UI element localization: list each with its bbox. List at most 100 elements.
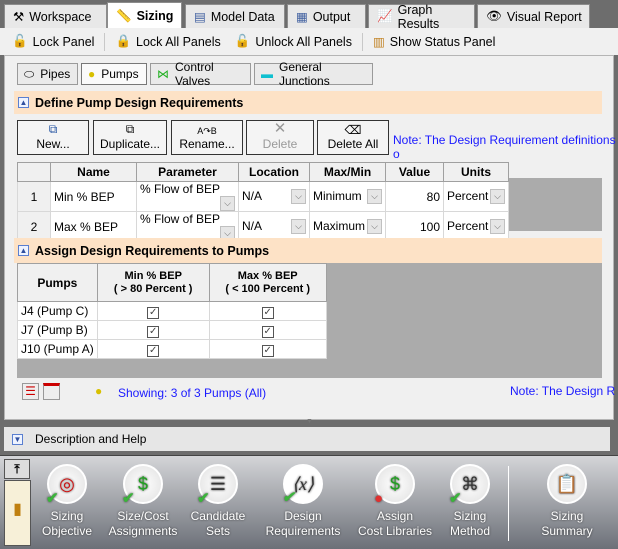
showing-count: Showing: 3 of 3 Pumps (All) (118, 386, 267, 400)
column-header-row-number (17, 162, 51, 182)
pump-icon: ● (95, 384, 103, 398)
ribbon-sizing-summary[interactable]: 📋 Sizing Summary (522, 464, 612, 539)
show-status-panel-button[interactable]: ▥ Show Status Panel (369, 34, 499, 50)
tab-model-data[interactable]: ▤ Model Data (185, 4, 285, 28)
coins-dollar-icon: $ ● (374, 464, 415, 507)
tab-workspace[interactable]: ⚒ Workspace (4, 4, 107, 28)
max-bep-checkbox[interactable]: ✓ (261, 306, 274, 319)
eraser-icon: ⌫ (344, 123, 362, 137)
lock-all-panels-button[interactable]: 🔒 Lock All Panels (111, 34, 224, 49)
collapse-icon[interactable]: ▲ (18, 245, 29, 256)
row-number: 2 (17, 211, 51, 242)
expand-rows-icon[interactable]: ☰ (22, 383, 39, 400)
pump-name: J7 (Pump B) (17, 320, 98, 340)
divider (104, 32, 106, 51)
tab-graph-results[interactable]: 📈 Graph Results (368, 3, 475, 31)
function-icon: ⟨x⟩ ✔ (282, 464, 323, 506)
duplicate-button[interactable]: ⧉ Duplicate... (93, 120, 167, 155)
column-header-name[interactable]: Name (50, 162, 137, 182)
sizing-ribbon: ⤒ ▮ ◎ ✔ Sizing Objective $ ✔ Size/Cost Assignm… (0, 455, 618, 549)
tab-output[interactable]: ▦ Output (287, 4, 366, 28)
delete-x-icon: ✕ (273, 120, 287, 137)
chevron-down-icon[interactable]: ⌵ (367, 189, 382, 204)
table-header-row: Pumps Min % BEP( > 80 Percent ) Max % BE… (17, 263, 327, 302)
location-select[interactable]: N/A ⌵ (238, 181, 310, 212)
graph-icon: 📈 (377, 9, 393, 23)
subtab-control-valves[interactable]: ⋈ Control Valves (150, 60, 251, 88)
new-button[interactable]: ⧉ New... (17, 120, 89, 155)
unlock-all-panels-button[interactable]: 🔓 Unlock All Panels (231, 34, 356, 49)
chevron-down-icon[interactable]: ⌵ (291, 219, 306, 234)
table-row: J7 (Pump B) ✓ ✓ (17, 320, 327, 340)
table-row: J10 (Pump A) ✓ ✓ (17, 339, 327, 359)
parameter-select[interactable]: % Flow of BEP ⌵ (136, 211, 239, 242)
valve-icon: ⋈ (157, 67, 169, 81)
name-cell[interactable]: Min % BEP (50, 181, 137, 212)
subtab-pumps[interactable]: ● Pumps (81, 63, 147, 85)
new-icon: ⧉ (48, 122, 58, 136)
value-cell[interactable]: 80 (385, 181, 444, 212)
name-cell[interactable]: Max % BEP (50, 211, 137, 242)
column-header-max-bep: Max % BEP( < 100 Percent ) (208, 263, 327, 302)
ribbon-design-requirements[interactable]: ⟨x⟩ ✔ Design Requirements (258, 464, 348, 539)
min-bep-checkbox[interactable]: ✓ (147, 344, 160, 357)
chevron-down-icon[interactable]: ⌵ (220, 196, 235, 211)
ruler-icon: 📏 (116, 8, 132, 23)
delete-button[interactable]: ✕ Delete (246, 120, 314, 155)
chevron-down-icon[interactable]: ⌵ (490, 189, 505, 204)
column-header-value[interactable]: Value (385, 162, 444, 182)
pipe-icon: ⬭ (24, 66, 35, 81)
duplicate-icon: ⧉ (125, 122, 135, 136)
subtab-pipes[interactable]: ⬭ Pipes (17, 63, 78, 85)
units-select[interactable]: Percent ⌵ (443, 181, 509, 212)
units-select[interactable]: Percent ⌵ (443, 211, 509, 242)
check-icon: ✔ (46, 490, 59, 507)
column-header-min-bep: Min % BEP( > 80 Percent ) (96, 263, 210, 302)
description-help-bar[interactable]: ▼ Description and Help (4, 427, 610, 451)
check-icon: ✔ (197, 490, 210, 507)
column-header-parameter[interactable]: Parameter (136, 162, 239, 182)
subtab-general-junctions[interactable]: ▬ General Junctions (254, 60, 373, 88)
error-icon: ● (374, 490, 384, 507)
assign-requirements-header: ▲ Assign Design Requirements to Pumps (14, 238, 602, 263)
toolbar: 🔓 Lock Panel 🔒 Lock All Panels 🔓 Unlock All… (0, 28, 618, 55)
column-header-pumps: Pumps (17, 263, 98, 302)
define-requirements-header: ▲ Define Pump Design Requirements (14, 91, 602, 114)
table-header-row: Name Parameter Location Max/Min Value Un… (17, 162, 509, 182)
tab-sizing[interactable]: 📏 Sizing (107, 2, 182, 29)
chevron-down-icon[interactable]: ⌵ (367, 219, 382, 234)
flowchart-icon: ⌘ ✔ (449, 464, 490, 507)
location-select[interactable]: N/A ⌵ (238, 211, 310, 242)
unlocks-icon: 🔓 (234, 34, 251, 48)
collapse-icon[interactable]: ▲ (18, 97, 29, 108)
assign-note: Note: The Design R (510, 384, 616, 398)
ribbon-candidate-sets[interactable]: ☰ ✔ Candidate Sets (173, 464, 263, 539)
ribbon-sizing-method[interactable]: ⌘ ✔ Sizing Method (425, 464, 515, 539)
define-note: Note: The Design Requirement definitions… (393, 133, 616, 161)
max-min-select[interactable]: Minimum ⌵ (309, 181, 386, 212)
eye-icon: 👁 (486, 9, 502, 23)
lock-icon: 🔓 (12, 34, 28, 48)
collapse-rows-icon[interactable] (43, 383, 60, 400)
min-bep-checkbox[interactable]: ✓ (147, 325, 160, 338)
value-cell[interactable]: 100 (385, 211, 444, 242)
chevron-down-icon[interactable]: ⌵ (291, 189, 306, 204)
column-header-max-min[interactable]: Max/Min (309, 162, 386, 182)
pump-icon: ● (88, 67, 96, 81)
tab-visual-report[interactable]: 👁 Visual Report (477, 4, 590, 28)
parameter-select[interactable]: % Flow of BEP ⌵ (136, 181, 239, 212)
delete-all-button[interactable]: ⌫ Delete All (317, 120, 389, 155)
min-bep-checkbox[interactable]: ✓ (147, 306, 160, 319)
expand-icon[interactable]: ▼ (12, 433, 23, 445)
column-header-location[interactable]: Location (238, 162, 310, 182)
max-bep-checkbox[interactable]: ✓ (261, 325, 274, 338)
rename-button[interactable]: A↷B Rename... (171, 120, 243, 155)
splitter-handle[interactable]: ▼ (306, 418, 313, 425)
max-min-select[interactable]: Maximum ⌵ (309, 211, 386, 242)
check-icon: ✔ (449, 490, 462, 507)
max-bep-checkbox[interactable]: ✓ (261, 344, 274, 357)
notebook-icon: ▤ (194, 10, 206, 24)
column-header-units[interactable]: Units (443, 162, 509, 182)
lock-panel-button[interactable]: 🔓 Lock Panel (8, 34, 98, 49)
chevron-down-icon[interactable]: ⌵ (490, 219, 505, 234)
